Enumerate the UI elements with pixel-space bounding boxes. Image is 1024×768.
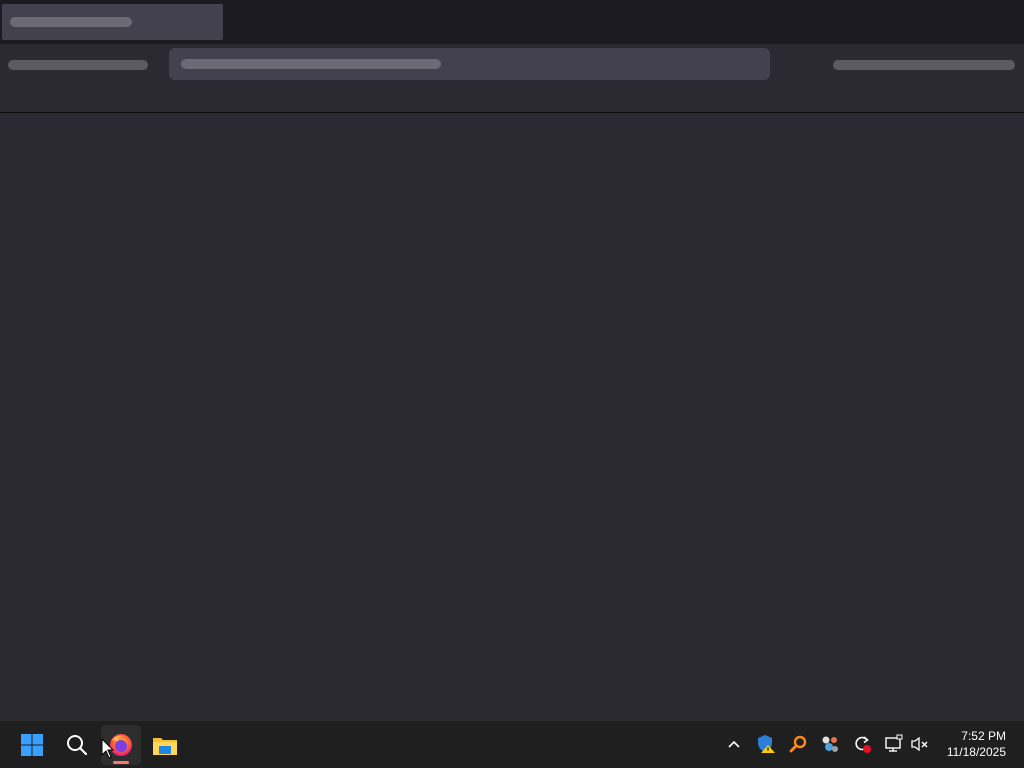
system-clock[interactable]: 7:52 PM 11/18/2025 [947,728,1006,760]
search-icon [67,735,88,756]
tab-title-loading-placeholder [10,17,132,27]
search-button[interactable] [57,725,97,765]
network-app-icon [822,736,838,752]
start-button[interactable] [12,725,52,765]
taskbar: 7:52 PM 11/18/2025 [0,720,1024,768]
search-tool-icon[interactable] [787,733,809,755]
chevron-up-icon [728,740,740,748]
toolbar-loading-placeholder-right [833,60,1015,70]
sync-icon[interactable] [851,733,873,755]
mouse-cursor-icon [101,738,115,759]
show-hidden-icons-button[interactable] [723,733,745,755]
app-tray-icon[interactable] [819,733,841,755]
browser-toolbar [0,44,1024,113]
address-bar[interactable] [169,48,770,80]
monitor-network-icon [885,734,903,752]
desktop-screen: 7:52 PM 11/18/2025 [0,0,1024,768]
security-warning-icon[interactable] [755,733,777,755]
file-explorer-button[interactable] [145,725,185,765]
address-loading-placeholder [181,59,441,69]
folder-icon [153,738,177,755]
page-content-area [0,113,1024,720]
speaker-muted-icon [911,736,928,752]
clock-time: 7:52 PM [961,729,1006,743]
browser-tab-bar [0,0,1024,44]
shield-warning-icon [758,735,775,753]
browser-tab[interactable] [2,4,223,40]
clock-date: 11/18/2025 [946,745,1006,759]
sync-error-icon [855,736,871,753]
magnifier-orange-icon [789,735,807,753]
windows-logo-icon [21,734,43,756]
volume-icon[interactable] [909,733,931,755]
active-app-indicator [113,761,129,764]
network-icon[interactable] [883,733,905,755]
toolbar-loading-placeholder-left [8,60,148,70]
